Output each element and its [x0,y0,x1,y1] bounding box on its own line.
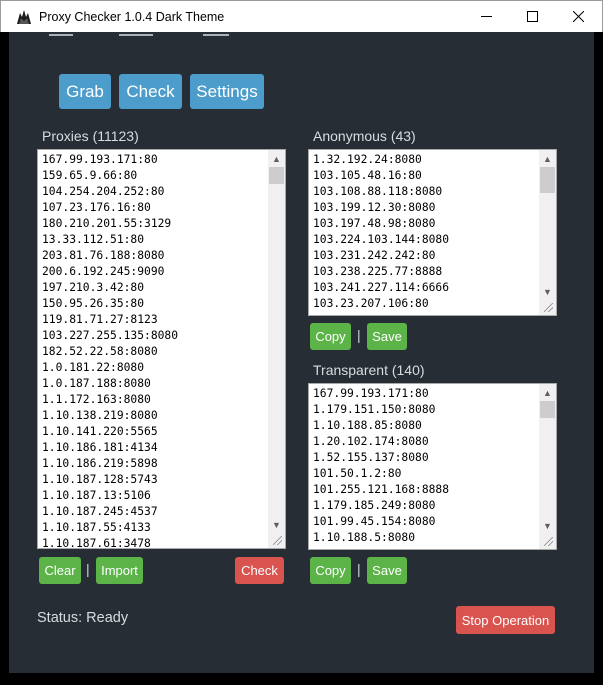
clear-button[interactable]: Clear [39,557,81,584]
maximize-button[interactable] [509,1,555,32]
proxies-scrollbar[interactable]: ▲ ▼ [268,150,285,533]
list-item: 1.10.187.55:4133 [42,521,151,534]
transparent-copy-button[interactable]: Copy [310,557,351,584]
resize-grip-icon[interactable] [539,298,556,315]
scroll-up-icon[interactable]: ▲ [539,384,556,401]
list-item: 103.199.12.30:8080 [313,201,436,214]
list-item: 197.210.3.42:80 [42,281,145,294]
list-item: 1.179.185.249:8080 [313,499,436,512]
list-item: 103.23.207.106:80 [313,297,429,310]
list-item: 167.99.193.171:80 [42,153,158,166]
list-item: 1.10.187.13:5106 [42,489,151,502]
main-panel: Grab Check Settings Proxies (11123) 167.… [9,32,594,673]
check-button[interactable]: Check [119,74,182,109]
list-item: 180.210.201.55:3129 [42,217,172,230]
list-item: 107.23.176.16:80 [42,201,151,214]
minimize-icon [480,16,492,17]
transparent-list: 167.99.193.171:80 1.179.151.150:8080 1.10.… [313,386,449,546]
proxies-textarea[interactable]: 167.99.193.171:80 159.65.9.66:80 104.254.2… [37,149,286,549]
list-item: 1.10.188.5:8080 [313,531,416,544]
transparent-save-button[interactable]: Save [367,557,407,584]
transparent-label: Transparent (140) [313,362,425,378]
list-item: 1.10.186.181:4134 [42,441,158,454]
close-button[interactable] [555,1,601,32]
app-window: Proxy Checker 1.0.4 Dark Theme Grab Chec… [0,0,603,685]
list-item: 1.0.181.22:8080 [42,361,145,374]
list-item: 182.52.22.58:8080 [42,345,158,358]
scroll-up-icon[interactable]: ▲ [539,150,556,167]
scroll-thumb[interactable] [540,167,555,193]
stop-operation-button[interactable]: Stop Operation [456,606,555,634]
title-bar[interactable]: Proxy Checker 1.0.4 Dark Theme [0,0,603,32]
menu-item-remnant[interactable] [119,32,153,36]
list-item: 104.254.204.252:80 [42,185,165,198]
list-item: 1.10.141.220:5565 [42,425,158,438]
proxies-label: Proxies (11123) [42,128,139,144]
list-item: 103.231.242.242:80 [313,249,436,262]
import-button[interactable]: Import [96,557,143,584]
list-item: 1.10.187.245:4537 [42,505,158,518]
list-item: 1.10.188.85:8080 [313,419,422,432]
menu-item-remnant[interactable] [49,32,73,36]
scroll-up-icon[interactable]: ▲ [268,150,285,167]
list-item: 103.224.103.144:8080 [313,233,450,246]
list-item: 150.95.26.35:80 [42,297,145,310]
list-item: 1.0.187.188:8080 [42,377,151,390]
separator: | [86,561,90,577]
list-item: 203.81.76.188:8080 [42,249,165,262]
scroll-thumb[interactable] [540,401,555,418]
separator: | [357,327,361,343]
anonymous-list: 1.32.192.24:8080 103.105.48.16:80 103.108.… [313,152,449,312]
anonymous-save-button[interactable]: Save [367,323,407,350]
anonymous-copy-button[interactable]: Copy [310,323,351,350]
status-text: Status: Ready [37,610,129,626]
list-item: 1.10.186.219:5898 [42,457,158,470]
transparent-textarea[interactable]: 167.99.193.171:80 1.179.151.150:8080 1.10.… [308,383,557,550]
anonymous-label: Anonymous (43) [313,128,416,144]
app-logo-icon [17,10,31,24]
anonymous-scrollbar[interactable]: ▲ ▼ [539,150,556,300]
anonymous-textarea[interactable]: 1.32.192.24:8080 103.105.48.16:80 103.108.… [308,149,557,316]
resize-grip-icon[interactable] [268,531,285,548]
minimize-button[interactable] [463,1,509,32]
scroll-thumb[interactable] [269,167,284,184]
close-icon [572,11,584,22]
settings-button[interactable]: Settings [190,74,264,109]
list-item: 1.20.102.174:8080 [313,435,429,448]
list-item: 101.50.1.2:80 [313,467,402,480]
list-item: 1.10.187.61:3478 [42,537,151,549]
list-item: 101.255.121.168:8888 [313,483,450,496]
transparent-scrollbar[interactable]: ▲ ▼ [539,384,556,534]
list-item: 1.179.151.150:8080 [313,403,436,416]
list-item: 103.197.48.98:8080 [313,217,436,230]
list-item: 103.241.227.114:6666 [313,281,450,294]
list-item: 1.1.172.163:8080 [42,393,151,406]
list-item: 13.33.112.51:80 [42,233,145,246]
list-item: 200.6.192.245:9090 [42,265,165,278]
list-item: 119.81.71.27:8123 [42,313,158,326]
list-item: 1.32.192.24:8080 [313,153,422,166]
menu-item-remnant[interactable] [203,32,229,36]
list-item: 1.52.155.137:8080 [313,451,429,464]
list-item: 1.10.187.128:5743 [42,473,158,486]
list-item: 159.65.9.66:80 [42,169,138,182]
list-item: 101.99.45.154:8080 [313,515,436,528]
list-item: 103.108.88.118:8080 [313,185,443,198]
check-proxies-button[interactable]: Check [235,557,284,584]
separator: | [357,561,361,577]
list-item: 1.10.138.219:8080 [42,409,158,422]
proxies-list: 167.99.193.171:80 159.65.9.66:80 104.254.2… [42,152,179,549]
maximize-icon [526,11,538,22]
window-title: Proxy Checker 1.0.4 Dark Theme [39,10,225,24]
list-item: 103.238.225.77:8888 [313,265,443,278]
list-item: 103.227.255.135:8080 [42,329,179,342]
list-item: 167.99.193.171:80 [313,387,429,400]
list-item: 103.105.48.16:80 [313,169,422,182]
grab-button[interactable]: Grab [59,74,111,109]
resize-grip-icon[interactable] [539,532,556,549]
